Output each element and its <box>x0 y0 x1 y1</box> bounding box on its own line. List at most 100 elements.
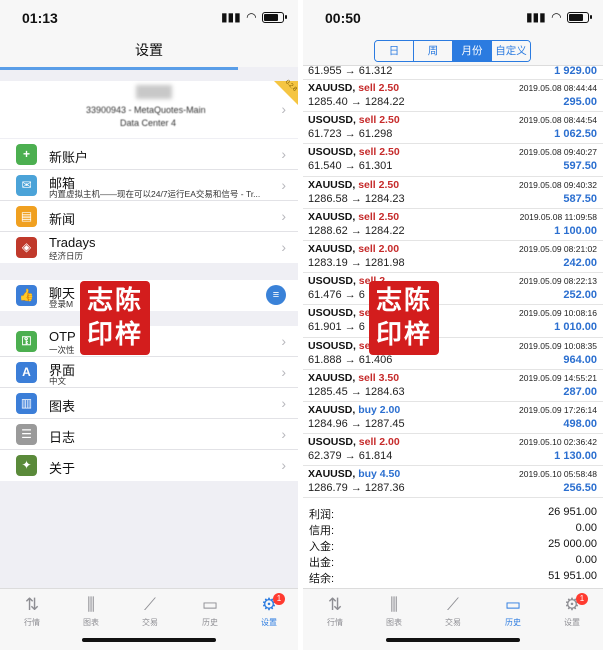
menu-label: Tradays <box>49 235 96 250</box>
menu-item-interface[interactable]: A 界面 中文 › <box>0 357 298 388</box>
deal-time: 2019.05.09 14:55:21 <box>519 372 597 383</box>
segment-month[interactable]: 月份 <box>453 41 492 61</box>
deal-row[interactable]: USOUSD, sell 22019.05.09 08:22:1361.476 … <box>303 273 603 306</box>
deal-profit: 1 929.00 <box>554 65 597 77</box>
history-screen: 00:50 ▮▮▮ ◠ 日 周 月份 自定义 61.955 → 61.312 1… <box>303 0 603 650</box>
deal-row[interactable]: XAUUSD, sell 3.50 2019.05.09 14:55:21 1285… <box>303 370 603 402</box>
menu-sublabel: 经济日历 <box>49 251 84 261</box>
chevron-right-icon: › <box>281 177 286 193</box>
tab-trade[interactable]: ⟋ 交易 <box>120 593 180 628</box>
menu-sublabel: 中文 <box>49 376 67 386</box>
deal-symbol: USOUSD, sell 2.50 <box>308 114 400 127</box>
deal-row[interactable]: USOUSD, sell 2.00 2019.05.10 02:36:42 62.3… <box>303 434 603 467</box>
tab-quotes[interactable]: ⇅ 行情 <box>2 593 62 628</box>
deal-profit: 1 100.00 <box>554 224 597 237</box>
deal-row[interactable]: XAUUSD, sell 2.50 2019.05.08 09:40:32 1286… <box>303 177 603 209</box>
deal-symbol: XAUUSD, buy 2.00 <box>308 403 401 416</box>
deal-row[interactable]: XAUUSD, buy 4.50 2019.05.10 05:58:48 1286.… <box>303 466 603 499</box>
deal-prices: 1288.62 → 1284.22 <box>308 224 405 237</box>
tab-settings[interactable]: ⚙ 设置 1 <box>542 593 602 628</box>
home-indicator <box>82 638 216 642</box>
deal-volume: 2.00 <box>378 242 400 255</box>
settings-icon: ⚙ <box>564 595 580 614</box>
menu-item-journal[interactable]: ☰ 日志 › <box>0 419 298 450</box>
tab-history[interactable]: ▭ 历史 <box>483 593 543 628</box>
tab-chart[interactable]: ⫼ 图表 <box>364 593 424 628</box>
deal-side: sell <box>358 436 377 449</box>
deal-side: sell <box>358 146 377 159</box>
deal-time: 2019.05.09 17:26:14 <box>519 404 597 415</box>
deal-profit: 242.00 <box>563 256 597 269</box>
deal-prices: 62.379 → 61.814 <box>308 450 393 463</box>
total-row: 信用: 0.00 <box>309 522 597 537</box>
tab-trade[interactable]: ⟋ 交易 <box>423 593 483 628</box>
deal-side: buy <box>358 403 377 416</box>
tab-quotes[interactable]: ⇅ 行情 <box>305 593 365 628</box>
deal-profit: 1 130.00 <box>554 450 597 463</box>
menu-item-charts[interactable]: ▥ 图表 › <box>0 388 298 419</box>
deal-time: 2019.05.10 05:58:48 <box>519 469 597 480</box>
segment-custom[interactable]: 自定义 <box>492 41 530 61</box>
deal-side: sell <box>358 82 376 94</box>
deal-volume: 2.50 <box>378 178 400 191</box>
deal-prices: 61.955 → 61.312 <box>308 65 393 77</box>
chevron-right-icon: › <box>281 426 286 442</box>
chevron-right-icon: › <box>281 101 286 117</box>
chat-bubble-icon[interactable]: ≡ <box>266 285 286 305</box>
deal-row[interactable]: USOUSD, sell 22019.05.09 10:08:3561.888 … <box>303 338 603 370</box>
book-icon: ▤ <box>16 206 37 227</box>
deal-prices: 61.723 → 61.298 <box>308 128 393 141</box>
deal-symbol: XAUUSD, sell 3.50 <box>308 371 400 384</box>
wifi-icon: ◠ <box>551 10 561 24</box>
deal-row[interactable]: USOUSD, sell 22019.05.09 10:08:1661.901 … <box>303 305 603 338</box>
deal-prices: 1285.40 → 1284.22 <box>308 96 405 108</box>
deal-time: 2019.05.09 08:21:02 <box>519 243 597 254</box>
nav-bar: 设置 <box>0 36 298 68</box>
deal-row[interactable]: XAUUSD, buy 2.00 2019.05.09 17:26:14 1284.… <box>303 402 603 435</box>
tab-settings[interactable]: ⚙ 设置 1 <box>239 593 298 628</box>
deal-symbol: XAUUSD, sell 2.50 <box>308 178 400 191</box>
menu-item-news[interactable]: ▤ 新闻 › <box>0 201 298 232</box>
account-row[interactable]: 33900943 - MetaQuotes-Main Data Center 4… <box>0 79 298 138</box>
menu-item-tradays[interactable]: ◈ Tradays 经济日历 › <box>0 232 298 263</box>
trade-icon: ⟋ <box>447 595 459 614</box>
tab-chart[interactable]: ⫼ 图表 <box>61 593 121 628</box>
key-icon: ⚿ <box>16 331 37 352</box>
deal-symbol: XAUUSD, sell 2.00 <box>308 242 400 255</box>
deal-volume: 2.50 <box>379 114 400 127</box>
deal-prices: 1285.45 → 1284.63 <box>308 385 405 398</box>
deal-row[interactable]: XAUUSD, sell 2.00 2019.05.09 08:21:02 1283… <box>303 241 603 274</box>
journal-icon: ☰ <box>16 424 37 445</box>
tradays-icon: ◈ <box>16 237 37 258</box>
menu-label: 新闻 <box>49 212 76 227</box>
deal-row[interactable]: USOUSD, sell 2.50 2019.05.08 08:44:54 61.7… <box>303 112 603 145</box>
deal-time: 2019.05.08 08:44:54 <box>519 115 597 126</box>
segment-week[interactable]: 周 <box>414 41 453 61</box>
deal-profit: 587.50 <box>563 192 597 205</box>
menu-item-new-account[interactable]: + 新账户 › <box>0 139 298 170</box>
deal-row[interactable]: 61.955 → 61.312 1 929.00 <box>303 65 603 80</box>
deal-prices: 61.476 → 6 <box>308 289 365 302</box>
notification-badge: 1 <box>273 593 285 605</box>
deal-volume: 2.50 <box>379 146 400 159</box>
account-login: 33900943 - MetaQuotes-Main <box>86 105 206 115</box>
deal-time: 2019.05.08 09:40:32 <box>519 179 597 190</box>
deal-row[interactable]: USOUSD, sell 2.50 2019.05.08 09:40:27 61.5… <box>303 144 603 177</box>
deal-volume: 4.50 <box>379 468 401 481</box>
tab-history[interactable]: ▭ 历史 <box>180 593 240 628</box>
history-icon: ▭ <box>201 595 219 614</box>
menu-item-mail[interactable]: ✉ 邮箱 内置虚拟主机——现在可以24/7运行EA交易和信号 - Tr... › <box>0 170 298 201</box>
language-icon: A <box>16 362 37 383</box>
settings-icon: ⚙ <box>261 595 277 614</box>
deal-side: sell <box>358 114 377 127</box>
history-icon: ▭ <box>504 595 522 614</box>
status-bar: 01:13 ▮▮▮ ◠ <box>0 0 298 36</box>
segment-day[interactable]: 日 <box>375 41 414 61</box>
menu-item-about[interactable]: ✦ 关于 › <box>0 450 298 481</box>
deal-volume: 2.50 <box>378 82 400 94</box>
chart-tab-icon: ⫼ <box>390 595 398 614</box>
deal-row[interactable]: XAUUSD, sell 2.50 2019.05.08 08:44:44 1285… <box>303 80 603 113</box>
deal-time: 2019.05.09 08:22:13 <box>519 276 597 287</box>
deal-row[interactable]: XAUUSD, sell 2.50 2019.05.08 11:09:58 1288… <box>303 209 603 241</box>
deal-time: 2019.05.08 11:09:58 <box>519 211 597 222</box>
